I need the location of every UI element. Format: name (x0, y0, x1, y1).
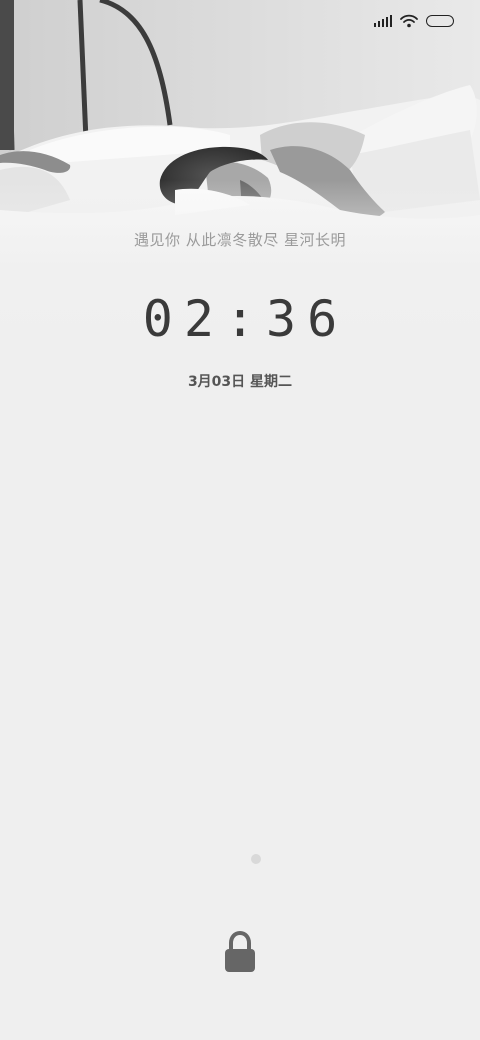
lock-screen: 遇见你 从此凛冬散尽 星河长明 02:36 3月03日 星期二 (0, 0, 480, 1040)
clock-date: 3月03日 星期二 (187, 374, 293, 390)
battery-icon (426, 15, 454, 27)
wifi-icon (400, 14, 418, 28)
lock-icon[interactable] (223, 930, 257, 974)
cellular-signal-icon (374, 15, 392, 27)
status-bar (374, 10, 454, 32)
lockscreen-quote: 遇见你 从此凛冬散尽 星河长明 (133, 231, 347, 249)
page-indicator-dot[interactable] (251, 854, 261, 864)
clock-time: 02:36 (142, 290, 349, 348)
